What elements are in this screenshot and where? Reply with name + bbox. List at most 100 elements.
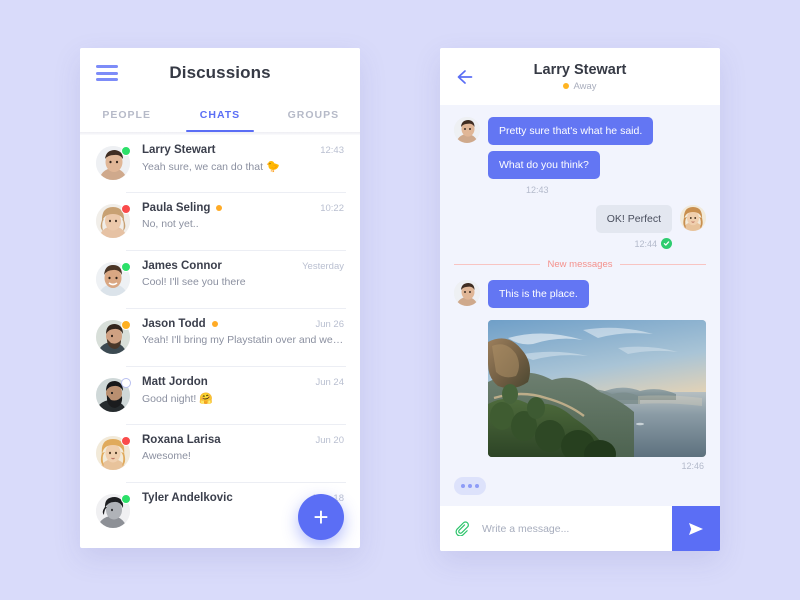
typing-dot [475, 484, 479, 488]
list-item-body: Matt Jordon Jun 24 Good night! 🤗 [142, 376, 344, 405]
message-thread[interactable]: Pretty sure that's what he said. What do… [440, 105, 720, 506]
avatar [96, 494, 131, 528]
avatar [96, 146, 131, 180]
app-stage: Discussions PEOPLE CHATS GROUPS Larry St… [0, 0, 800, 600]
photo-attachment[interactable] [488, 320, 706, 457]
typing-dot [468, 484, 472, 488]
message-preview: No, not yet.. [142, 218, 199, 230]
list-item-header: James Connor Yesterday [142, 260, 344, 272]
avatar [96, 378, 131, 412]
avatar-portrait-icon [680, 205, 706, 231]
list-item-header: Larry Stewart 12:43 [142, 144, 344, 156]
new-chat-button[interactable]: + [298, 494, 344, 540]
presence-dot [121, 378, 131, 388]
list-item[interactable]: Matt Jordon Jun 24 Good night! 🤗 [80, 367, 360, 425]
tab-groups[interactable]: GROUPS [267, 98, 360, 132]
timestamp: 12:46 [681, 461, 704, 471]
list-item-body: Paula Seling 10:22 No, not yet.. [142, 202, 344, 230]
presence-dot [121, 436, 131, 446]
list-item-header: Jason Todd Jun 26 [142, 318, 344, 330]
new-messages-label: New messages [547, 259, 613, 270]
list-item-body: Jason Todd Jun 26 Yeah! I'll bring my Pl… [142, 318, 344, 346]
hamburger-bar [96, 65, 118, 68]
page-title: Discussions [169, 63, 271, 82]
tab-bar: PEOPLE CHATS GROUPS [80, 98, 360, 132]
list-item-header: Roxana Larisa Jun 20 [142, 434, 344, 446]
preview-emoji: 🐤 [265, 161, 280, 173]
avatar-portrait-icon [454, 117, 480, 143]
hamburger-icon[interactable] [96, 65, 118, 81]
tab-people[interactable]: PEOPLE [80, 98, 173, 132]
presence-dot [121, 262, 131, 272]
message-preview: Yeah sure, we can do that 🐤 [142, 161, 280, 173]
avatar [96, 262, 131, 296]
bubble-column: Pretty sure that's what he said. What do… [488, 117, 654, 185]
timestamp: Jun 26 [315, 318, 344, 330]
bubble-column: OK! Perfect 12:44 [595, 205, 672, 249]
send-button[interactable] [672, 506, 720, 551]
message-bubble: What do you think? [488, 151, 600, 179]
avatar [96, 204, 131, 238]
message-composer [440, 506, 720, 551]
message-group-incoming: This is the place. [454, 280, 706, 314]
timestamp: 12:43 [526, 185, 549, 195]
list-item-body: Larry Stewart 12:43 Yeah sure, we can do… [142, 144, 344, 173]
contact-name: James Connor [142, 260, 222, 272]
status-label: Away [573, 80, 597, 92]
timestamp: 10:22 [320, 202, 344, 214]
list-item[interactable]: Jason Todd Jun 26 Yeah! I'll bring my Pl… [80, 309, 360, 367]
message-preview: Awesome! [142, 450, 191, 462]
list-item-header: Paula Seling 10:22 [142, 202, 344, 214]
list-item-body: Roxana Larisa Jun 20 Awesome! [142, 434, 344, 462]
avatar [680, 205, 706, 231]
avatar [96, 436, 131, 470]
message-input[interactable] [482, 506, 672, 551]
conversation-panel: Larry Stewart Away Pretty sure that's wh… [440, 48, 720, 551]
left-header: Discussions [80, 48, 360, 98]
back-arrow-icon[interactable] [454, 67, 474, 87]
message-bubble: This is the place. [488, 280, 589, 308]
bubble-column: This is the place. [488, 280, 589, 314]
send-icon [689, 522, 703, 535]
conversation-title: Larry Stewart [533, 61, 627, 78]
avatar [454, 280, 480, 306]
list-item[interactable]: Paula Seling 10:22 No, not yet.. [80, 193, 360, 251]
message-group-incoming: Pretty sure that's what he said. What do… [454, 117, 706, 185]
discussions-panel: Discussions PEOPLE CHATS GROUPS Larry St… [80, 48, 360, 548]
contact-name: Matt Jordon [142, 376, 208, 388]
presence-dot [121, 320, 131, 330]
divider-line [620, 264, 707, 265]
hamburger-bar [96, 78, 118, 81]
new-messages-divider: New messages [454, 259, 707, 270]
timestamp: 12:44 [634, 238, 657, 249]
list-item-header: Matt Jordon Jun 24 [142, 376, 344, 388]
timestamp: Yesterday [302, 260, 344, 272]
timestamp: Jun 24 [315, 376, 344, 388]
unread-dot [211, 321, 218, 327]
message-preview: Cool! I'll see you there [142, 276, 246, 288]
typing-dot [461, 484, 465, 488]
contact-name: Jason Todd [142, 318, 206, 330]
message-preview: Yeah! I'll bring my Playstatin over and … [142, 334, 344, 346]
message-bubble: OK! Perfect [595, 205, 672, 233]
list-item[interactable]: Larry Stewart 12:43 Yeah sure, we can do… [80, 135, 360, 193]
contact-name: Paula Seling [142, 202, 211, 214]
list-item-body: James Connor Yesterday Cool! I'll see yo… [142, 260, 344, 288]
list-item[interactable]: James Connor Yesterday Cool! I'll see yo… [80, 251, 360, 309]
presence-dot [121, 146, 131, 156]
conversation-header: Larry Stewart Away [440, 48, 720, 105]
message-group-outgoing: OK! Perfect 12:44 [454, 205, 706, 249]
status-badge: Away [440, 81, 720, 92]
read-receipt-icon [661, 238, 672, 249]
typing-indicator [454, 477, 486, 495]
unread-dot [216, 205, 223, 211]
timestamp-row: 12:44 [634, 238, 672, 249]
coastal-landscape-image [488, 320, 706, 457]
conversation-title-block: Larry Stewart Away [440, 62, 720, 92]
paperclip-icon[interactable] [440, 506, 482, 551]
avatar [96, 320, 131, 354]
chat-list: Larry Stewart 12:43 Yeah sure, we can do… [80, 135, 360, 541]
plus-icon: + [313, 502, 329, 532]
tab-chats[interactable]: CHATS [173, 98, 266, 132]
list-item[interactable]: Roxana Larisa Jun 20 Awesome! [80, 425, 360, 483]
